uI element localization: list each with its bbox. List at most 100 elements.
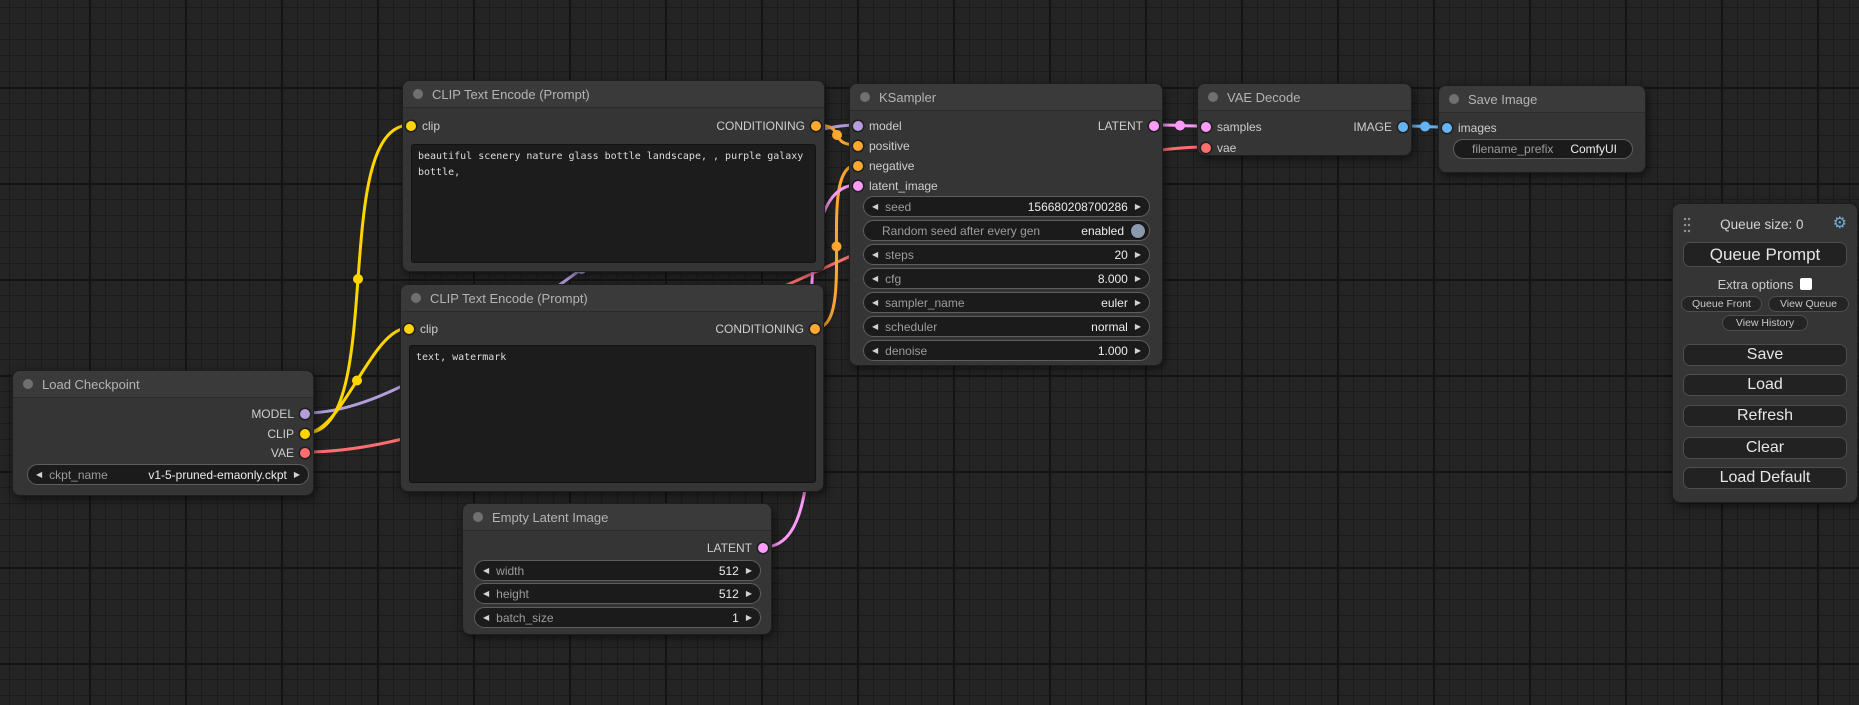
cfg-widget[interactable]: ◀ cfg 8.000 ▶: [863, 268, 1150, 289]
decrement-arrow-icon[interactable]: ◀: [872, 323, 878, 331]
denoise-widget[interactable]: ◀ denoise 1.000 ▶: [863, 340, 1150, 361]
load-button[interactable]: Load: [1683, 374, 1847, 396]
node-save-image[interactable]: Save Image images filename_prefix ComfyU…: [1438, 85, 1646, 173]
decrement-arrow-icon[interactable]: ◀: [483, 567, 489, 575]
node-clip-text-encode-positive[interactable]: CLIP Text Encode (Prompt) clip CONDITION…: [402, 80, 825, 272]
sampler-name-widget[interactable]: ◀ sampler_name euler ▶: [863, 292, 1150, 313]
node-title-bar[interactable]: Save Image: [1439, 86, 1645, 113]
negative-input-port[interactable]: [853, 161, 863, 171]
width-widget[interactable]: ◀ width 512 ▶: [474, 560, 761, 581]
node-vae-decode[interactable]: VAE Decode samples IMAGE vae: [1197, 83, 1412, 156]
samples-input-port[interactable]: [1201, 122, 1211, 132]
decrement-arrow-icon[interactable]: ◀: [872, 251, 878, 259]
collapse-dot-icon[interactable]: [23, 379, 33, 389]
clip-input-port[interactable]: [406, 121, 416, 131]
node-title-bar[interactable]: CLIP Text Encode (Prompt): [403, 81, 824, 108]
output-label: LATENT: [707, 538, 752, 558]
queue-front-button[interactable]: Queue Front: [1681, 296, 1762, 312]
steps-widget[interactable]: ◀ steps 20 ▶: [863, 244, 1150, 265]
height-widget[interactable]: ◀ height 512 ▶: [474, 583, 761, 604]
output-label: MODEL: [251, 404, 294, 424]
model-input-port[interactable]: [853, 121, 863, 131]
widget-label: Random seed after every gen: [882, 224, 1081, 238]
node-title-bar[interactable]: VAE Decode: [1198, 84, 1411, 111]
extra-options-checkbox[interactable]: [1800, 278, 1812, 290]
increment-arrow-icon[interactable]: ▶: [294, 471, 300, 479]
input-label: positive: [869, 136, 910, 156]
refresh-button[interactable]: Refresh: [1683, 405, 1847, 427]
view-queue-button[interactable]: View Queue: [1768, 296, 1849, 312]
conditioning-output-port[interactable]: [810, 324, 820, 334]
ckpt-name-widget[interactable]: ◀ ckpt_name v1-5-pruned-emaonly.ckpt ▶: [27, 464, 309, 485]
positive-input-port[interactable]: [853, 141, 863, 151]
increment-arrow-icon[interactable]: ▶: [1135, 347, 1141, 355]
vae-output-port[interactable]: [300, 448, 310, 458]
latent-output-port[interactable]: [1149, 121, 1159, 131]
load-default-button[interactable]: Load Default: [1683, 467, 1847, 489]
view-history-row: View History: [1681, 315, 1849, 331]
view-history-button[interactable]: View History: [1722, 315, 1808, 331]
increment-arrow-icon[interactable]: ▶: [1135, 275, 1141, 283]
increment-arrow-icon[interactable]: ▶: [1135, 323, 1141, 331]
node-clip-text-encode-negative[interactable]: CLIP Text Encode (Prompt) clip CONDITION…: [400, 284, 824, 492]
node-load-checkpoint[interactable]: Load Checkpoint MODEL CLIP VAE ◀ ckpt_na…: [12, 370, 314, 496]
increment-arrow-icon[interactable]: ▶: [746, 614, 752, 622]
vae-input-port[interactable]: [1201, 143, 1211, 153]
node-title-bar[interactable]: CLIP Text Encode (Prompt): [401, 285, 823, 312]
clip-output-port[interactable]: [300, 429, 310, 439]
port-row: model LATENT: [850, 116, 1162, 136]
latent-output-port[interactable]: [758, 543, 768, 553]
node-title-bar[interactable]: Empty Latent Image: [463, 504, 771, 531]
increment-arrow-icon[interactable]: ▶: [1135, 299, 1141, 307]
decrement-arrow-icon[interactable]: ◀: [872, 275, 878, 283]
toggle-knob-icon[interactable]: [1131, 224, 1145, 238]
random-seed-toggle-widget[interactable]: Random seed after every gen enabled: [863, 220, 1150, 241]
decrement-arrow-icon[interactable]: ◀: [483, 590, 489, 598]
batch-size-widget[interactable]: ◀ batch_size 1 ▶: [474, 607, 761, 628]
collapse-dot-icon[interactable]: [473, 512, 483, 522]
increment-arrow-icon[interactable]: ▶: [746, 567, 752, 575]
node-ksampler[interactable]: KSampler model LATENT positive negative …: [849, 83, 1163, 366]
increment-arrow-icon[interactable]: ▶: [1135, 251, 1141, 259]
node-empty-latent-image[interactable]: Empty Latent Image LATENT ◀ width 512 ▶ …: [462, 503, 772, 635]
prompt-text-area[interactable]: text, watermark: [409, 345, 816, 483]
input-label: latent_image: [869, 176, 938, 196]
drag-handle-icon[interactable]: [1683, 216, 1691, 233]
collapse-dot-icon[interactable]: [411, 293, 421, 303]
filename-prefix-widget[interactable]: filename_prefix ComfyUI: [1453, 139, 1633, 159]
port-row: negative: [850, 156, 1162, 176]
decrement-arrow-icon[interactable]: ◀: [872, 203, 878, 211]
decrement-arrow-icon[interactable]: ◀: [872, 299, 878, 307]
image-output-port[interactable]: [1398, 122, 1408, 132]
increment-arrow-icon[interactable]: ▶: [746, 590, 752, 598]
model-output-port[interactable]: [300, 409, 310, 419]
prompt-text-area[interactable]: beautiful scenery nature glass bottle la…: [411, 144, 816, 263]
images-input-port[interactable]: [1442, 123, 1452, 133]
seed-widget[interactable]: ◀ seed 156680208700286 ▶: [863, 196, 1150, 217]
gear-icon[interactable]: ⚙: [1833, 216, 1847, 232]
port-row: clip CONDITIONING: [401, 319, 823, 339]
collapse-dot-icon[interactable]: [1449, 94, 1459, 104]
widget-value: normal: [1091, 320, 1128, 334]
conditioning-output-port[interactable]: [811, 121, 821, 131]
latent-image-input-port[interactable]: [853, 181, 863, 191]
increment-arrow-icon[interactable]: ▶: [1135, 203, 1141, 211]
node-title-bar[interactable]: KSampler: [850, 84, 1162, 111]
clip-input-port[interactable]: [404, 324, 414, 334]
collapse-dot-icon[interactable]: [860, 92, 870, 102]
node-title-label: CLIP Text Encode (Prompt): [432, 87, 590, 102]
comfyui-canvas[interactable]: { "colors": { "model": "#b39ddb", "clip"…: [0, 0, 1859, 705]
clear-button[interactable]: Clear: [1683, 437, 1847, 459]
decrement-arrow-icon[interactable]: ◀: [483, 614, 489, 622]
queue-size-label: Queue size: 0: [1691, 217, 1833, 232]
scheduler-widget[interactable]: ◀ scheduler normal ▶: [863, 316, 1150, 337]
node-title-bar[interactable]: Load Checkpoint: [13, 371, 313, 398]
collapse-dot-icon[interactable]: [1208, 92, 1218, 102]
widget-value: 1.000: [1098, 344, 1128, 358]
decrement-arrow-icon[interactable]: ◀: [36, 471, 42, 479]
decrement-arrow-icon[interactable]: ◀: [872, 347, 878, 355]
queue-prompt-button[interactable]: Queue Prompt: [1683, 242, 1847, 267]
save-button[interactable]: Save: [1683, 344, 1847, 366]
collapse-dot-icon[interactable]: [413, 89, 423, 99]
output-label: CLIP: [267, 424, 294, 444]
